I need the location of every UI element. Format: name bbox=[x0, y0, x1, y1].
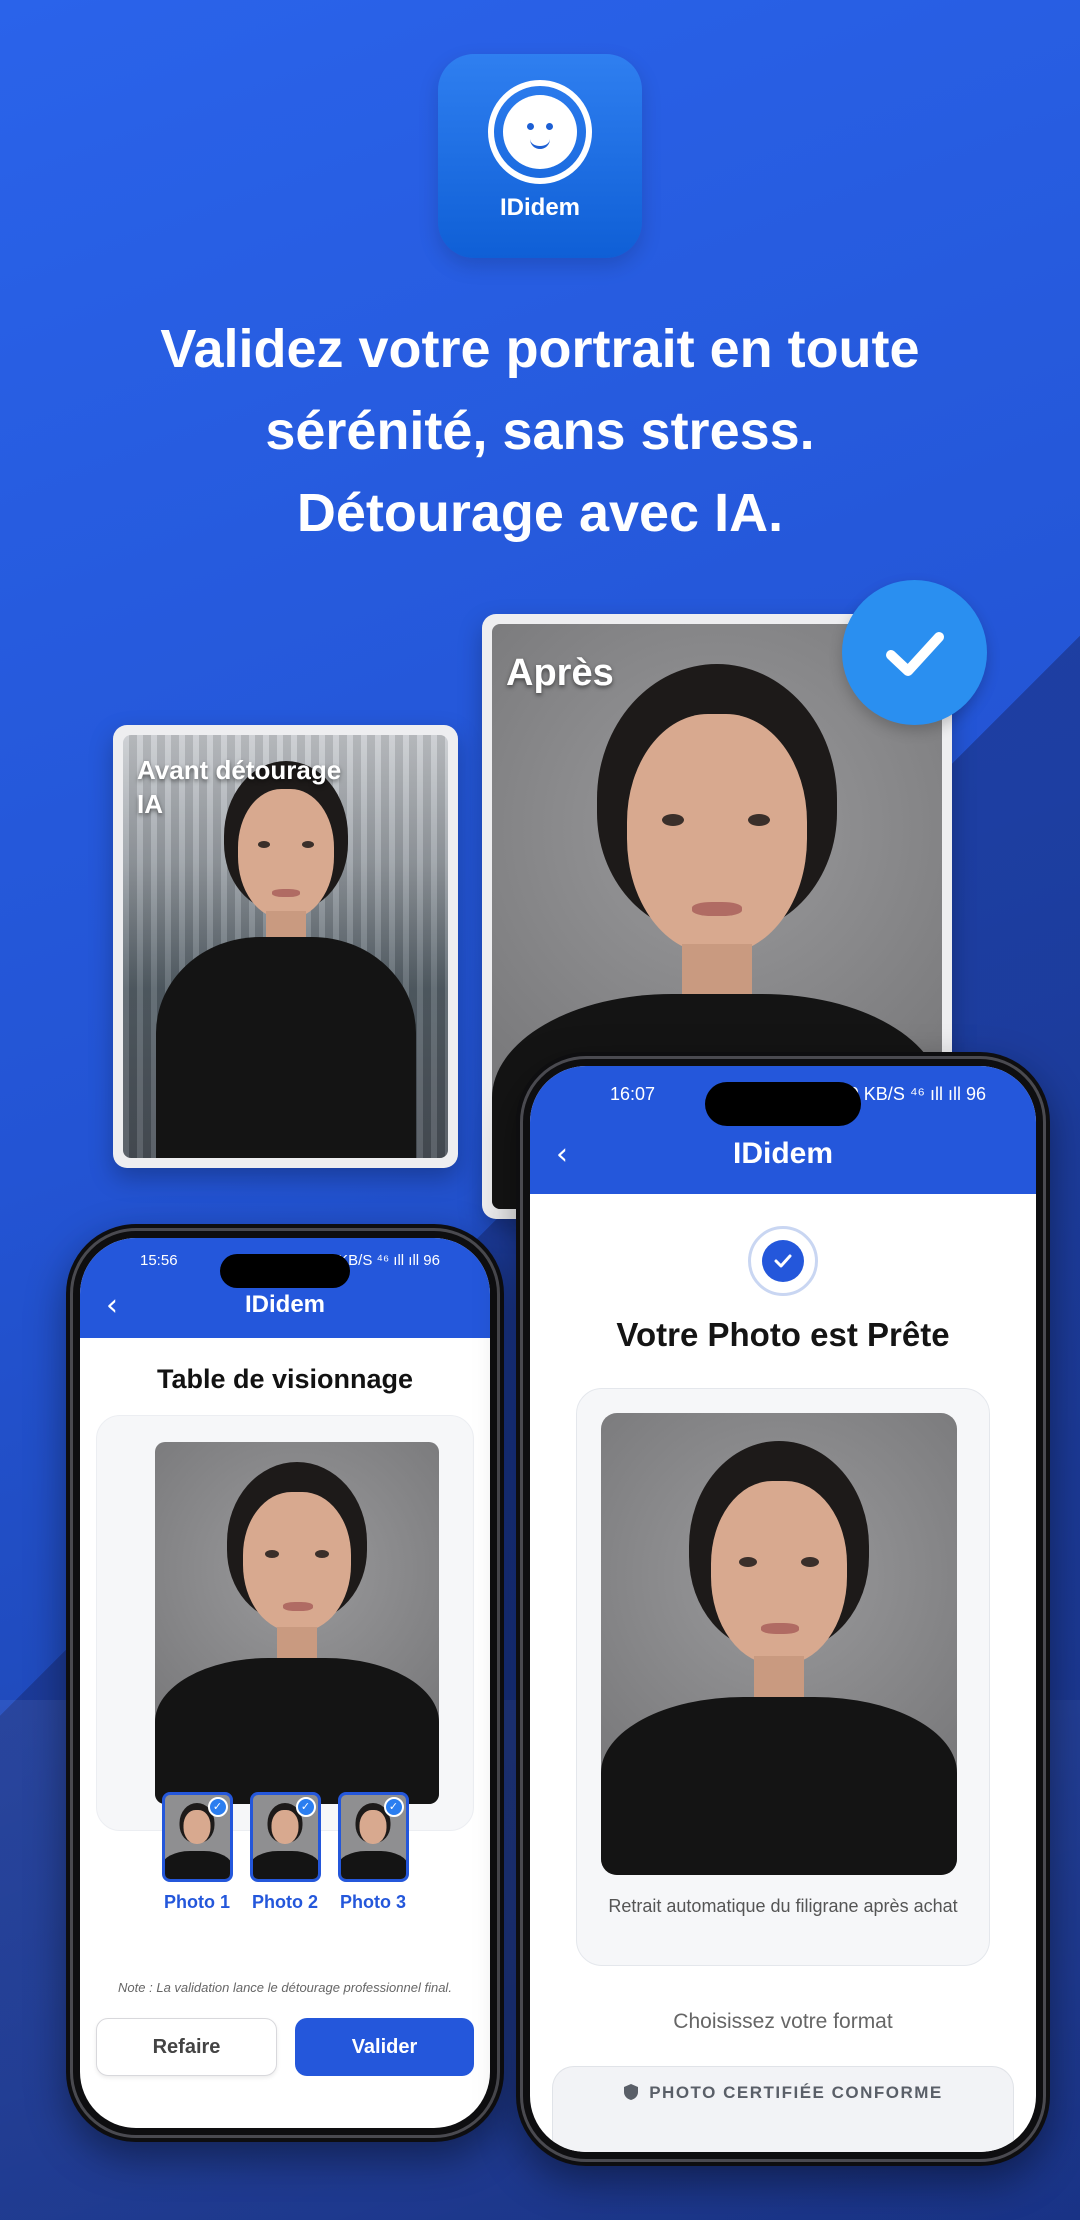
photo-panel: Retrait automatique du filigrane après a… bbox=[576, 1388, 990, 1966]
format-prompt: Choisissez votre format bbox=[673, 2010, 893, 2033]
smiley-icon bbox=[488, 80, 592, 184]
before-photo-card: Avant détourage IA bbox=[113, 725, 458, 1168]
redo-button[interactable]: Refaire bbox=[96, 2018, 277, 2076]
phone-photo-ready: 16:07 2,00 KB/S ⁴⁶ ıll ıll 96 ‹ IDidem V… bbox=[516, 1052, 1050, 2166]
top-bar: 16:07 2,00 KB/S ⁴⁶ ıll ıll 96 ‹ IDidem bbox=[530, 1066, 1036, 1194]
validation-note: Note : La validation lance le détourage … bbox=[118, 1980, 452, 1995]
success-check bbox=[748, 1226, 818, 1296]
phone-left-screen: 15:56 5,00 KB/S ⁴⁶ ıll ıll 96 ‹ IDidem T… bbox=[80, 1238, 490, 2128]
headline-line-3: Détourage avec IA. bbox=[296, 483, 784, 543]
check-icon bbox=[842, 580, 987, 725]
preview-panel: ✓ Photo 1 ✓ Photo 2 ✓ Photo 3 bbox=[96, 1415, 474, 1912]
action-buttons: Refaire Valider bbox=[96, 2018, 474, 2076]
page-title: Votre Photo est Prête bbox=[616, 1316, 950, 1353]
thumb-image: ✓ bbox=[337, 1792, 409, 1882]
thumb-photo-2[interactable]: ✓ Photo 2 bbox=[249, 1792, 321, 1913]
nav-bar: ‹ IDidem bbox=[530, 1119, 1036, 1189]
thumb-image: ✓ bbox=[161, 1792, 233, 1882]
check-icon bbox=[762, 1240, 804, 1282]
headline-line-2: sérénité, sans stress. bbox=[265, 401, 815, 461]
back-chevron-icon[interactable]: ‹ bbox=[556, 1137, 568, 1172]
status-time: 16:07 bbox=[610, 1084, 656, 1104]
thumb-label: Photo 3 bbox=[340, 1892, 406, 1912]
thumb-photo-3[interactable]: ✓ Photo 3 bbox=[337, 1792, 409, 1913]
nav-bar: ‹ IDidem bbox=[80, 1277, 490, 1333]
check-icon: ✓ bbox=[383, 1797, 404, 1817]
shield-icon bbox=[624, 2084, 639, 2100]
certified-label: PHOTO CERTIFIÉE CONFORME bbox=[649, 2083, 943, 2102]
headline: Validez votre portrait en toute sérénité… bbox=[40, 308, 1040, 554]
phone-viewing-table: 15:56 5,00 KB/S ⁴⁶ ıll ıll 96 ‹ IDidem T… bbox=[66, 1224, 504, 2142]
before-label: Avant détourage IA bbox=[137, 755, 342, 819]
thumb-label: Photo 2 bbox=[252, 1892, 318, 1912]
watermark-note: Retrait automatique du filigrane après a… bbox=[608, 1896, 958, 1916]
check-icon: ✓ bbox=[207, 1797, 228, 1817]
top-bar: 15:56 5,00 KB/S ⁴⁶ ıll ıll 96 ‹ IDidem bbox=[80, 1238, 490, 1338]
phone-right-screen: 16:07 2,00 KB/S ⁴⁶ ıll ıll 96 ‹ IDidem V… bbox=[530, 1066, 1036, 2152]
certified-banner: PHOTO CERTIFIÉE CONFORME bbox=[552, 2066, 1014, 2152]
app-icon: IDidem bbox=[438, 54, 642, 258]
thumb-image: ✓ bbox=[249, 1792, 321, 1882]
nav-brand: IDidem bbox=[244, 1291, 325, 1318]
page-title: Table de visionnage bbox=[156, 1364, 414, 1394]
preview-photo bbox=[155, 1442, 439, 1804]
check-icon: ✓ bbox=[295, 1797, 316, 1817]
status-time: 15:56 bbox=[140, 1252, 178, 1269]
validate-button[interactable]: Valider bbox=[295, 2018, 474, 2076]
before-photo: Avant détourage IA bbox=[123, 735, 448, 1158]
app-icon-label: IDidem bbox=[499, 194, 580, 221]
final-photo bbox=[601, 1413, 957, 1875]
thumbnail-row: ✓ Photo 1 ✓ Photo 2 ✓ Photo 3 bbox=[97, 1792, 473, 1913]
thumb-label: Photo 1 bbox=[164, 1892, 230, 1912]
nav-brand: IDidem bbox=[732, 1137, 834, 1170]
headline-line-1: Validez votre portrait en toute bbox=[160, 319, 920, 379]
back-chevron-icon[interactable]: ‹ bbox=[106, 1288, 118, 1323]
thumb-photo-1[interactable]: ✓ Photo 1 bbox=[161, 1792, 233, 1913]
after-label: Après bbox=[506, 652, 614, 694]
